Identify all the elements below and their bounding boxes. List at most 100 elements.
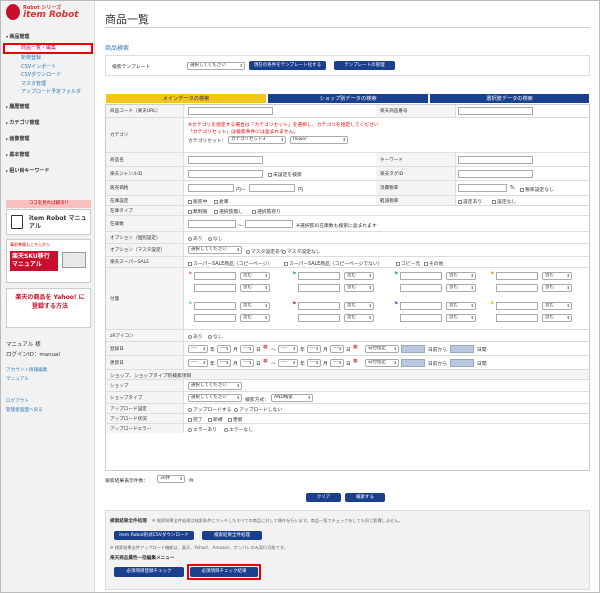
tag-input[interactable] [496, 284, 538, 292]
month-select[interactable]: ---- [307, 345, 321, 353]
link-manual[interactable]: マニュアル [6, 376, 29, 382]
csv-download-button[interactable]: item Robot形式CSVダウンロード [114, 531, 194, 540]
banner-manual[interactable]: item Robot マニュアル [6, 209, 91, 235]
genre-unset[interactable]: 未設定を検索 [268, 171, 302, 178]
calendar-icon[interactable]: ▦ [353, 345, 358, 350]
stock-opt-sale[interactable]: 販売中 [188, 198, 207, 205]
upload-status-done[interactable]: 完了 [188, 416, 203, 423]
link-admin[interactable]: 管理者画面へ戻る [6, 407, 43, 413]
tag-condition-select[interactable]: 含む [240, 314, 270, 322]
calendar-icon[interactable]: ▦ [263, 345, 268, 350]
stock-opt-warehouse[interactable]: 倉庫 [214, 198, 229, 205]
category-select[interactable]: flower [290, 136, 348, 144]
tag-input[interactable] [400, 314, 442, 322]
price-max-input[interactable] [249, 184, 295, 192]
banner-yahoo[interactable]: 楽天の商品を Yahoo! に登録する方法 [6, 288, 91, 328]
super-sale-other[interactable]: その他 [424, 260, 443, 267]
tag-condition-select[interactable]: 含む [542, 314, 572, 322]
tab-shop-data[interactable]: ショップ別データの検索 [267, 93, 429, 104]
year-select[interactable]: ---- [188, 359, 208, 367]
clear-button[interactable]: クリア [306, 493, 341, 502]
tag-input[interactable] [458, 170, 533, 178]
nav-sub-product-list[interactable]: 商品一覧・編集 [3, 43, 93, 54]
name-input[interactable] [188, 156, 263, 164]
nav-item-product[interactable]: 商品管理 [1, 31, 95, 43]
template-select[interactable]: 選択してください [187, 62, 245, 70]
tag-input[interactable] [400, 302, 442, 310]
shop-select[interactable]: 選択してください [188, 382, 242, 390]
genre-input[interactable] [188, 170, 263, 178]
upload-set-no[interactable]: アップロードしない [234, 406, 282, 413]
upload-set-yes[interactable]: アップロードする [188, 406, 231, 413]
tag-condition-select[interactable]: 含む [344, 302, 374, 310]
zr-no[interactable]: なし [208, 333, 223, 340]
shop-type-select[interactable]: 選択してください [188, 394, 242, 402]
tag-condition-select[interactable]: 含む [542, 302, 572, 310]
nav-sub-master[interactable]: マスタ管理 [1, 80, 95, 89]
tab-main-data[interactable]: メインデータの検索 [105, 93, 267, 104]
nav-sub-upload-folder[interactable]: アップロード予定フォルダ [1, 88, 95, 97]
tag-condition-select[interactable]: 含む [344, 314, 374, 322]
tag-condition-select[interactable]: 含む [446, 314, 476, 322]
tag-input[interactable] [400, 284, 442, 292]
save-template-button[interactable]: 現在の条件をテンプレート化する [249, 61, 326, 70]
days-before-input[interactable] [401, 359, 425, 367]
tag-input[interactable] [194, 302, 236, 310]
tag-condition-select[interactable]: 含む [240, 284, 270, 292]
stock-type-with-opt[interactable]: 選択肢有り [252, 208, 281, 215]
app-logo[interactable]: Robot シリーズ item Robot [1, 1, 94, 23]
tax-unset[interactable]: 税率設定なし [520, 186, 554, 193]
nav-sub-csv-import[interactable]: CSVインポート [1, 63, 95, 72]
tag-input[interactable] [298, 272, 340, 280]
nav-item-category[interactable]: カテゴリ管理 [1, 117, 95, 129]
opt-master-select[interactable]: 選択してください [188, 246, 242, 254]
tab-option-data[interactable]: 選択肢データの検索 [429, 93, 590, 104]
link-logout[interactable]: ログアウト [6, 398, 29, 404]
nav-item-image[interactable]: 画像管理 [1, 133, 95, 145]
tag-input[interactable] [194, 272, 236, 280]
tag-condition-select[interactable]: 含む [344, 284, 374, 292]
tag-input[interactable] [298, 284, 340, 292]
days-range-input[interactable] [450, 345, 474, 353]
super-sale-origin[interactable]: コピー元 [396, 260, 420, 267]
year-select[interactable]: ---- [278, 359, 298, 367]
upload-err-yes[interactable]: エラーあり [188, 426, 217, 433]
month-select[interactable]: ---- [307, 359, 321, 367]
calendar-icon[interactable]: ▦ [353, 359, 358, 364]
link-account[interactable]: アカウント情報編集 [6, 367, 47, 373]
month-select[interactable]: ---- [217, 359, 231, 367]
tax-type-no[interactable]: 設定なし [492, 198, 516, 205]
tag-condition-select[interactable]: 含む [446, 272, 476, 280]
day-select[interactable]: ---- [330, 345, 344, 353]
calendar-icon[interactable]: ▦ [263, 359, 268, 364]
manage-template-button[interactable]: テンプレートの管理 [334, 61, 395, 70]
search-method-select[interactable]: AND検索 [271, 394, 313, 402]
nav-sub-new[interactable]: 新規登録 [1, 54, 95, 63]
day-select[interactable]: ---- [330, 359, 344, 367]
category-set-select[interactable]: カテゴリセット3 [228, 136, 286, 144]
date-spec-select[interactable]: 日付指定 [365, 359, 399, 367]
tag-condition-select[interactable]: 含む [446, 284, 476, 292]
tag-input[interactable] [400, 272, 442, 280]
tag-condition-select[interactable]: 含む [344, 272, 374, 280]
bulk-process-button[interactable]: 検索結果全件処理 [202, 531, 262, 540]
zr-yes[interactable]: あり [188, 333, 203, 340]
stock-type-no-opt[interactable]: 選択肢無し [214, 208, 243, 215]
days-before-input[interactable] [401, 345, 425, 353]
nav-sub-csv-download[interactable]: CSVダウンロード [1, 71, 95, 80]
rakuten-no-input[interactable] [458, 107, 533, 115]
month-select[interactable]: ---- [217, 345, 231, 353]
tag-input[interactable] [194, 284, 236, 292]
keyword-input[interactable] [458, 156, 533, 164]
upload-err-no[interactable]: エラーなし [224, 426, 253, 433]
tag-input[interactable] [496, 314, 538, 322]
year-select[interactable]: ---- [188, 345, 208, 353]
opt-master-yes[interactable]: マスタ設定あり [246, 248, 285, 255]
code-input[interactable] [188, 107, 273, 115]
tag-input[interactable] [194, 314, 236, 322]
opt-master-no[interactable]: マスタ設定なし [282, 248, 321, 255]
tax-type-yes[interactable]: 設定あり [458, 198, 482, 205]
nav-item-basic[interactable]: 基本管理 [1, 149, 95, 161]
search-button[interactable]: 検索する [345, 493, 385, 502]
nav-item-history[interactable]: 履歴管理 [1, 101, 95, 113]
